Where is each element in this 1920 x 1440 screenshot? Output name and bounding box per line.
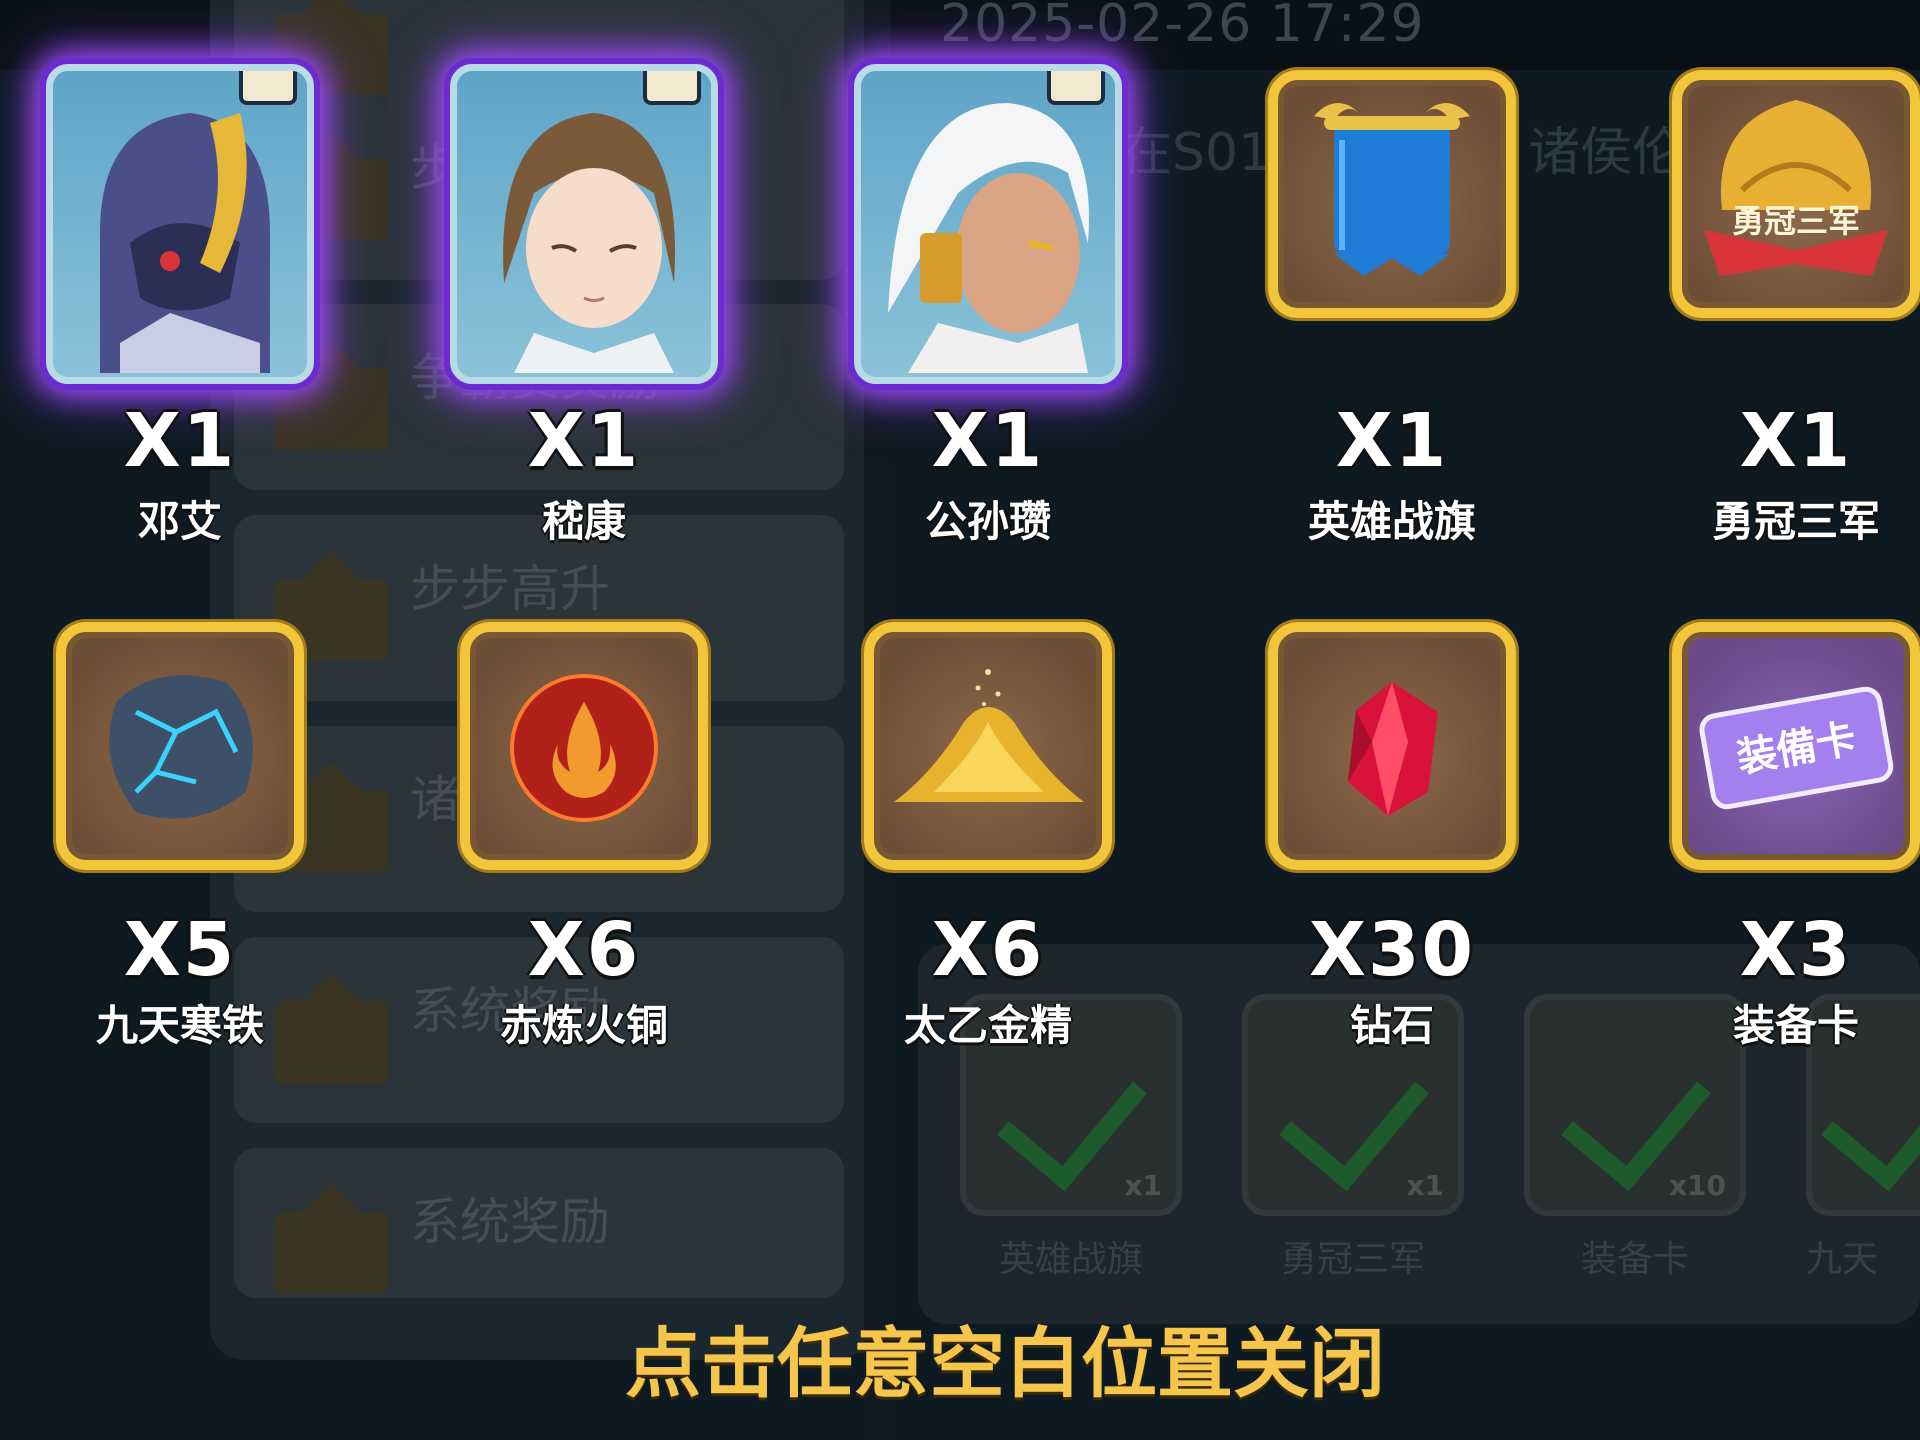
mail-detail-subtitle: 诸侯伦 (1528, 123, 1685, 183)
gold-dust-pile-icon (894, 669, 1084, 802)
reward-quantity: X5 (123, 907, 237, 993)
mail-list-item[interactable]: 系统奖励 (234, 1148, 844, 1298)
received-item-label: 勇冠三军 (1280, 1239, 1425, 1280)
close-hint: 点击任意空白位置关闭 (625, 1319, 1385, 1408)
mail-item-title: 步步高升 (410, 560, 610, 618)
hero-dengai-portrait-icon (60, 83, 300, 377)
received-item-count: x10 (1668, 1169, 1726, 1202)
fire-copper-orb-icon (510, 674, 658, 822)
reward-quantity: X1 (123, 398, 237, 484)
mail-detail-title: 在S01 (1120, 123, 1272, 183)
reward-name: 嵇康 (541, 497, 626, 546)
mail-item-title: 系统奖励 (410, 1193, 610, 1251)
reward-quantity: X6 (527, 907, 641, 993)
hero-card (450, 64, 718, 384)
received-item-label: 装备卡 (1580, 1239, 1689, 1280)
reward-name: 太乙金精 (903, 1001, 1072, 1050)
reward-name: 邓艾 (137, 497, 222, 546)
valor-medal-icon: 勇冠三军 (1704, 100, 1888, 276)
item-frame (56, 622, 304, 870)
received-item-count: x1 (1124, 1169, 1162, 1202)
item-frame (1268, 622, 1516, 870)
reward-quantity: X3 (1739, 907, 1853, 993)
reward-name: 装备卡 (1732, 1001, 1859, 1050)
reward-name: 勇冠三军 (1711, 497, 1880, 546)
item-frame: 装備卡 (1672, 622, 1920, 870)
cold-iron-ore-icon (109, 675, 253, 819)
item-frame: 勇冠三军 (1672, 70, 1920, 318)
received-item-label: 英雄战旗 (998, 1239, 1143, 1280)
card-tag-icon (643, 71, 701, 105)
reward-quantity: X1 (1739, 398, 1853, 484)
reward-name: 钻石 (1349, 1001, 1434, 1050)
received-item-label: 九天 (1806, 1239, 1879, 1280)
reward-quantity: X1 (1335, 398, 1449, 484)
envelope-icon (274, 1184, 388, 1294)
valor-badge-text: 勇冠三军 (1732, 202, 1860, 240)
received-item-count: x1 (1406, 1169, 1444, 1202)
reward-quantity: X6 (931, 907, 1045, 993)
hero-card (46, 64, 314, 384)
reward-name: 赤炼火铜 (499, 1001, 668, 1050)
checkmark-icon (1821, 1036, 1920, 1192)
mail-timestamp: 2025-02-26 17:29 (940, 0, 1425, 54)
item-frame (1268, 70, 1516, 318)
reward-quantity: X1 (527, 398, 641, 484)
hero-gongsunzan-portrait-icon (868, 83, 1108, 377)
card-tag-icon (239, 71, 297, 105)
hero-jikang-portrait-icon (464, 83, 704, 377)
item-frame (460, 622, 708, 870)
card-tag-icon (1047, 71, 1105, 105)
hero-banner-icon (1314, 103, 1470, 276)
reward-quantity: X1 (931, 398, 1045, 484)
reward-quantity: X30 (1308, 907, 1476, 993)
reward-name: 公孙瓒 (924, 497, 1051, 546)
reward-name: 九天寒铁 (95, 1001, 264, 1050)
red-diamond-icon (1348, 682, 1438, 816)
reward-name: 英雄战旗 (1307, 497, 1476, 546)
equipment-card-icon: 装備卡 (1699, 686, 1894, 810)
item-frame (864, 622, 1112, 870)
hero-card (854, 64, 1122, 384)
